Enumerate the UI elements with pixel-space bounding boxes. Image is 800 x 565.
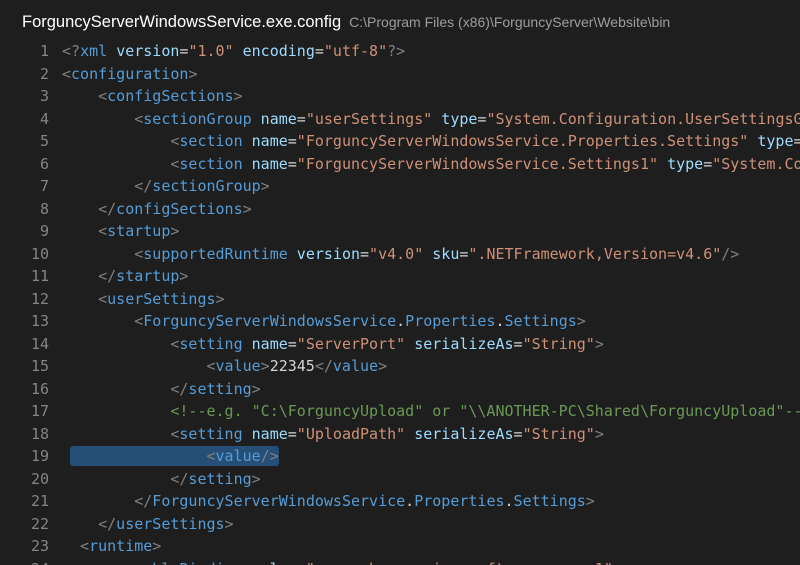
code-text[interactable]: <ForguncyServerWindowsService.Properties… [134, 310, 586, 333]
line-number: 13 [30, 312, 49, 330]
line-number: 6 [39, 154, 49, 173]
line-number: 16 [30, 379, 49, 398]
line-number: 9 [39, 222, 49, 240]
code-text[interactable]: <value>22345</value> [206, 355, 387, 378]
line-number: 11 [30, 267, 49, 285]
code-line[interactable]: 24 <assemblyBinding xmlns="urn:schemas-mi… [0, 558, 800, 565]
file-name-title: ForguncyServerWindowsService.exe.config [22, 12, 342, 31]
code-line[interactable]: 23 <runtime> [0, 535, 800, 558]
code-editor[interactable]: 1 <?xml version="1.0" encoding="utf-8"?> 2… [0, 40, 800, 565]
code-text[interactable]: </ForguncyServerWindowsService.Propertie… [134, 490, 595, 513]
code-line[interactable]: 10 <supportedRuntime version="v4.0" sku="… [0, 243, 800, 266]
code-text[interactable]: </setting> [170, 378, 260, 401]
line-number: 2 [39, 64, 49, 83]
line-number: 18 [30, 424, 49, 443]
code-text[interactable]: <startup> [98, 220, 179, 243]
code-line[interactable]: 3 <configSections> [0, 85, 800, 108]
line-number: 10 [30, 244, 49, 263]
line-number: 24 [0, 558, 49, 565]
code-line[interactable]: 4 <sectionGroup name="userSettings" type=… [0, 108, 800, 131]
code-line[interactable]: 9 <startup> [0, 220, 800, 243]
code-text[interactable]: <setting name="UploadPath" serializeAs="… [170, 423, 604, 446]
line-number: 12 [30, 289, 49, 308]
line-number: 3 [39, 87, 49, 105]
code-line[interactable]: 13 <ForguncyServerWindowsService.Properti… [0, 310, 800, 333]
code-text[interactable]: <section name="ForguncyServerWindowsServ… [170, 153, 800, 176]
code-line[interactable]: 21 </ForguncyServerWindowsService.Propert… [0, 490, 800, 513]
code-text[interactable]: <runtime> [80, 535, 161, 558]
line-number: 5 [39, 132, 49, 150]
code-text[interactable]: </configSections> [98, 198, 252, 221]
line-number: 4 [39, 109, 49, 128]
code-text[interactable]: <section name="ForguncyServerWindowsServ… [170, 130, 800, 153]
code-line[interactable]: 2 <configuration> [0, 63, 800, 86]
code-line[interactable]: 16 </setting> [0, 378, 800, 401]
line-number: 14 [30, 334, 49, 353]
code-line[interactable]: 12 <userSettings> [0, 288, 800, 311]
code-text[interactable]: <assemblyBinding xmlns="urn:schemas-micr… [98, 558, 622, 565]
line-number: 21 [30, 492, 49, 510]
title-bar: ForguncyServerWindowsService.exe.config … [0, 0, 800, 44]
line-number: 22 [30, 514, 49, 533]
code-text[interactable]: <setting name="ServerPort" serializeAs="… [170, 333, 604, 356]
code-text[interactable]: </setting> [170, 468, 260, 491]
code-text[interactable]: <configuration> [62, 63, 197, 86]
code-line[interactable]: 19 <value/> [0, 445, 800, 468]
code-text[interactable]: <?xml version="1.0" encoding="utf-8"?> [62, 40, 405, 63]
code-line[interactable]: 18 <setting name="UploadPath" serializeAs… [0, 423, 800, 446]
code-line[interactable]: 11 </startup> [0, 265, 800, 288]
line-number: 20 [30, 469, 49, 488]
file-path: C:\Program Files (x86)\ForguncyServer\We… [349, 14, 671, 30]
line-number: 15 [30, 357, 49, 375]
line-number: 7 [39, 177, 49, 195]
code-text[interactable]: <sectionGroup name="userSettings" type="… [134, 108, 800, 131]
line-number: 8 [39, 199, 49, 218]
code-line[interactable]: 7 </sectionGroup> [0, 175, 800, 198]
code-line[interactable]: 17 <!--e.g. "C:\ForguncyUpload" or "\\ANO… [0, 400, 800, 423]
line-number: 17 [30, 402, 49, 420]
line-number: 19 [30, 447, 49, 465]
code-line[interactable]: 1 <?xml version="1.0" encoding="utf-8"?> [0, 40, 800, 63]
code-line[interactable]: 5 <section name="ForguncyServerWindowsSer… [0, 130, 800, 153]
line-number: 23 [30, 537, 49, 555]
code-line[interactable]: 15 <value>22345</value> [0, 355, 800, 378]
code-text[interactable]: </sectionGroup> [134, 175, 269, 198]
code-text[interactable]: </startup> [98, 265, 188, 288]
code-text[interactable]: <supportedRuntime version="v4.0" sku=".N… [134, 243, 739, 266]
code-line[interactable]: 22 </userSettings> [0, 513, 800, 536]
code-text[interactable]: <configSections> [98, 85, 243, 108]
code-line[interactable]: 20 </setting> [0, 468, 800, 491]
code-line[interactable]: 6 <section name="ForguncyServerWindowsSer… [0, 153, 800, 176]
code-text[interactable]: </userSettings> [98, 513, 233, 536]
code-text[interactable]: <!--e.g. "C:\ForguncyUpload" or "\\ANOTH… [170, 400, 800, 423]
code-text[interactable]: <userSettings> [98, 288, 224, 311]
line-number: 1 [39, 42, 49, 60]
code-line[interactable]: 14 <setting name="ServerPort" serializeAs… [0, 333, 800, 356]
code-line[interactable]: 8 </configSections> [0, 198, 800, 221]
code-text[interactable]: <value/> [206, 445, 278, 468]
